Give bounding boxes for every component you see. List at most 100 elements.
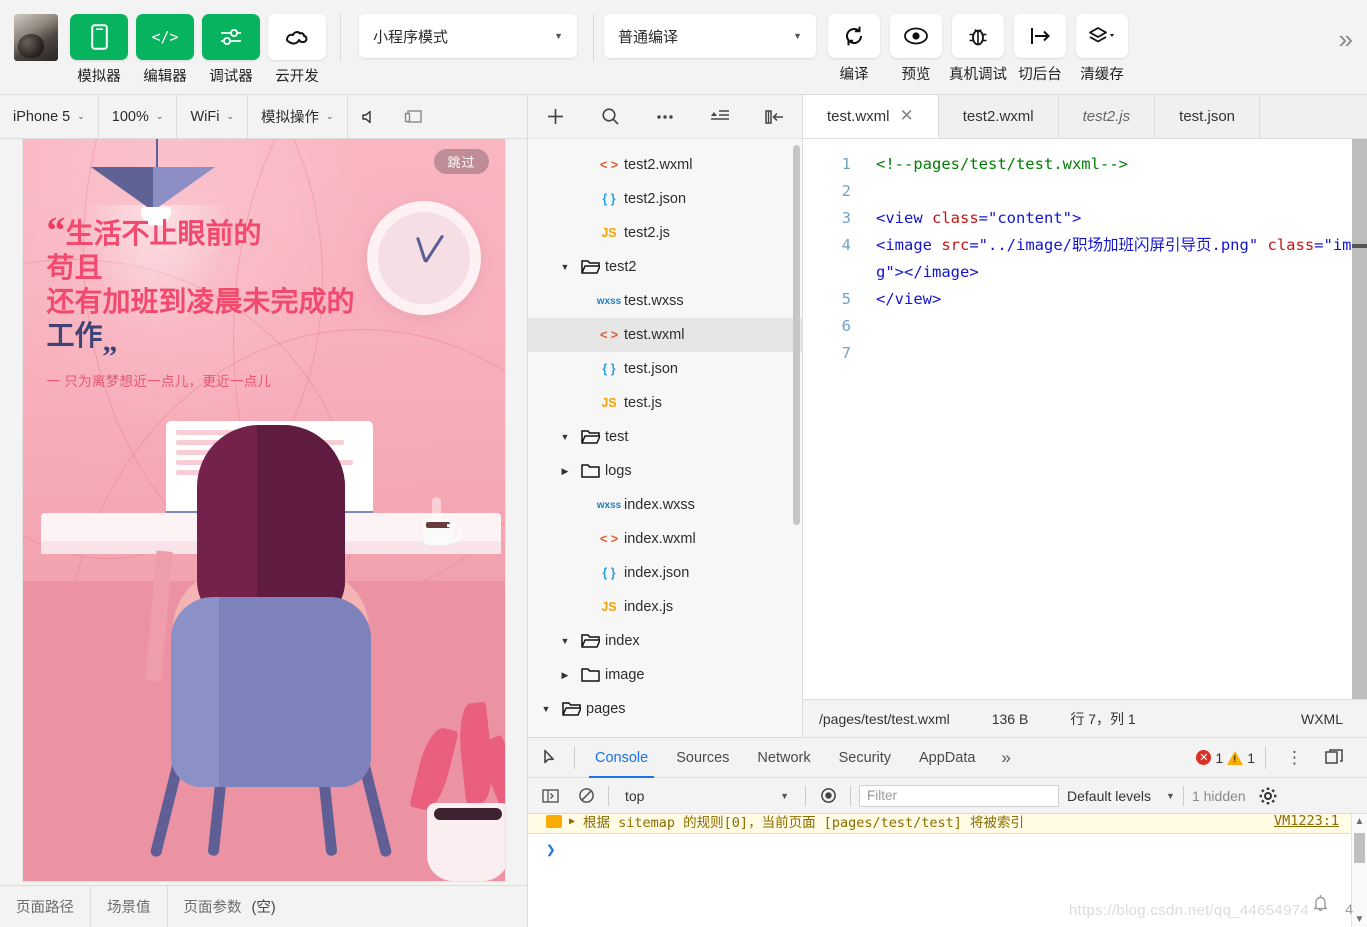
chevron-right-icon[interactable]: ▶ [555,670,575,681]
scroll-up-icon[interactable]: ▲ [1355,814,1365,829]
preview-button[interactable]: 预览 [888,14,944,84]
scene-value-tab[interactable]: 场景值 [91,885,168,927]
close-icon[interactable]: ✕ [900,106,914,126]
collapse-all-icon[interactable] [703,102,737,132]
tree-file-index-json[interactable]: { } index.json [528,556,802,590]
hair-shadow [256,425,345,625]
toggle-sidebar-icon[interactable] [758,102,792,132]
network-select[interactable]: WiFi ⌄ [177,94,248,139]
chevron-down-icon[interactable]: ▼ [555,432,575,442]
chevron-down-icon[interactable]: ▼ [555,262,575,272]
console-prompt[interactable]: ❯ [546,840,556,859]
simulator-button[interactable]: 模拟器 [70,14,128,86]
scroll-down-icon[interactable]: ▼ [1355,912,1365,927]
skip-button[interactable]: 跳过 [434,149,489,174]
tree-file-test-js[interactable]: JS test.js [528,386,802,420]
console-scrollbar[interactable]: ▲ ▼ [1351,814,1367,927]
code-line: <image src="../image/职场加班闪屏引导页.png" clas… [876,232,1367,286]
editor-tab-test-json[interactable]: test.json [1155,95,1261,138]
code-view[interactable]: 1 2 3 4 5 6 7 <!--pages/test/test.wxml--> <vie… [803,139,1367,699]
editor-tab-test2-js[interactable]: test2.js [1059,95,1156,138]
screen-rotate-icon[interactable] [391,95,436,139]
devtools-tab-console[interactable]: Console [581,738,662,778]
console-output[interactable]: ▶ 根据 sitemap 的规则[0]，当前页面 [pages/test/tes… [528,814,1367,927]
code-line: </view> [876,286,1367,313]
tree-file-test-json[interactable]: { } test.json [528,352,802,386]
live-expression-icon[interactable] [814,783,842,809]
compile-button[interactable]: 编译 [826,14,882,84]
console-warning-link[interactable]: VM1223:1 [1274,814,1339,829]
clear-cache-button[interactable]: 清缓存 [1074,14,1130,84]
expand-icon[interactable]: ▶ [569,816,575,827]
compile-mode-select[interactable]: 普通编译 ▼ [604,14,816,58]
toolbar-overflow-icon[interactable]: » [1339,24,1353,55]
devtools-tab-sources[interactable]: Sources [662,738,743,778]
add-file-icon[interactable] [538,102,572,132]
devtools-tab-security[interactable]: Security [825,738,905,778]
tree-file-index-wxss[interactable]: wxss index.wxss [528,488,802,522]
editor-tab-test-wxml[interactable]: test.wxml ✕ [803,95,939,138]
page-params-tab[interactable]: 页面参数 (空) [168,886,292,927]
search-icon[interactable] [593,102,627,132]
console-context-select[interactable]: top ▼ [617,788,797,804]
devtools-tabs[interactable]: Console Sources Network Security AppData [581,738,989,778]
warning-badge[interactable]: 1 [1227,750,1255,766]
mode-select[interactable]: 小程序模式 ▼ [359,14,577,58]
inspect-element-icon[interactable] [534,749,568,767]
code-token: = [1314,236,1324,254]
tree-file-test2-json[interactable]: { } test2.json [528,182,802,216]
chevron-down-icon[interactable]: ▼ [536,704,556,714]
editor-tab-label: test2.js [1082,108,1131,125]
editor-scrollbar[interactable] [1352,139,1367,699]
editor-tab-test2-wxml[interactable]: test2.wxml [939,95,1059,138]
log-level-select[interactable]: Default levels ▼ [1067,788,1175,804]
tree-folder-test[interactable]: ▼ test [528,420,802,454]
background-button[interactable]: 切后台 [1012,14,1068,84]
console-sidebar-icon[interactable] [536,783,564,809]
debugger-button[interactable]: 调试器 [202,14,260,86]
tree-folder-pages[interactable]: ▼ pages [528,692,802,726]
error-badge[interactable]: ✕ 1 [1196,750,1223,766]
tree-file-index-wxml[interactable]: < > index.wxml [528,522,802,556]
dock-panel-icon[interactable] [1317,743,1351,773]
splash-line-1: “生活不止眼前的 [46,210,262,252]
remote-debug-button[interactable]: 真机调试 [949,14,1007,84]
page-path-tab[interactable]: 页面路径 [0,885,91,927]
devtools-tab-network[interactable]: Network [743,738,824,778]
console-filter-input[interactable]: Filter [859,784,1059,807]
code-content[interactable]: <!--pages/test/test.wxml--> <view class=… [861,139,1367,699]
tree-file-test-wxss[interactable]: wxss test.wxss [528,284,802,318]
tree-folder-index[interactable]: ▼ index [528,624,802,658]
scrollbar-thumb[interactable] [1354,833,1365,863]
file-tree-scrollbar[interactable] [793,145,800,525]
cloud-dev-button[interactable]: 云开发 [268,14,326,86]
user-avatar[interactable] [14,14,58,61]
tree-file-test-wxml[interactable]: < > test.wxml [528,318,802,352]
devtools-more-icon[interactable]: » [989,748,1022,768]
tree-file-test2-wxml[interactable]: < > test2.wxml [528,148,802,182]
editor-tab-strip[interactable]: test.wxml ✕ test2.wxml test2.js test.json [803,95,1367,139]
settings-gear-icon[interactable] [1254,783,1282,809]
devtools-menu-icon[interactable]: ⋮ [1276,748,1313,768]
more-icon[interactable] [648,102,682,132]
tree-folder-image[interactable]: ▶ image [528,658,802,692]
chevron-down-icon[interactable]: ▼ [555,636,575,646]
phone-preview[interactable]: 跳过 “生活不止眼前的 苟且 还有加班到凌晨未完成的 工作„ 一 只为离梦想近一… [22,139,505,881]
refresh-icon [828,14,880,58]
tree-file-index-js[interactable]: JS index.js [528,590,802,624]
zoom-select[interactable]: 100% ⌄ [99,94,178,139]
clear-console-icon[interactable] [572,783,600,809]
wxml-icon: < > [599,158,619,172]
simulate-action-select[interactable]: 模拟操作 ⌄ [248,94,348,139]
tree-folder-test2[interactable]: ▼ test2 [528,250,802,284]
bell-icon[interactable] [1312,894,1329,917]
volume-icon[interactable] [348,95,391,139]
tree-folder-logs[interactable]: ▶ logs [528,454,802,488]
devtools-tab-appdata[interactable]: AppData [905,738,989,778]
file-tree[interactable]: < > test2.wxml { } test2.json JS test2.js ▼ tes… [528,139,802,737]
device-select[interactable]: iPhone 5 ⌄ [0,94,99,139]
console-warning-message[interactable]: ▶ 根据 sitemap 的规则[0]，当前页面 [pages/test/tes… [528,814,1351,834]
chevron-right-icon[interactable]: ▶ [555,466,575,477]
editor-button[interactable]: </> 编辑器 [136,14,194,86]
tree-file-test2-js[interactable]: JS test2.js [528,216,802,250]
